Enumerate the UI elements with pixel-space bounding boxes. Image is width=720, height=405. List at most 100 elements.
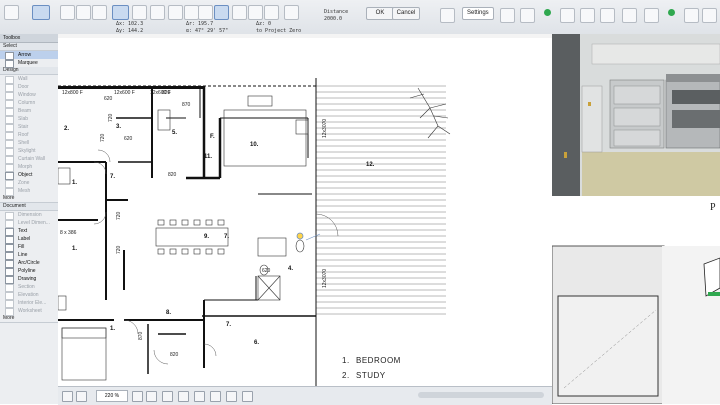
orient-icon[interactable]	[264, 5, 279, 20]
view-icon[interactable]	[440, 8, 455, 23]
tool-label: Roof	[18, 132, 29, 138]
legend-item: 2. STUDY	[342, 371, 386, 380]
tool-column[interactable]: Column	[0, 99, 58, 108]
polar-icon[interactable]	[248, 5, 263, 20]
refresh-icon[interactable]	[500, 8, 515, 23]
toolbox-more-design[interactable]: More	[0, 195, 58, 203]
model-view-icon[interactable]	[242, 391, 253, 402]
tool-stair[interactable]: Stair	[0, 123, 58, 132]
undo-icon[interactable]	[684, 8, 699, 23]
sun-icon[interactable]	[560, 8, 575, 23]
rotate-view-icon[interactable]	[178, 391, 189, 402]
tool-arc-circle[interactable]: Arc/Circle	[0, 259, 58, 268]
room-label: 3.	[116, 124, 121, 130]
tool-shell[interactable]: Shell	[0, 139, 58, 148]
grid-icon[interactable]	[150, 5, 165, 20]
navigator-icon[interactable]	[520, 8, 535, 23]
home-icon[interactable]	[644, 8, 659, 23]
tool-label[interactable]: Label	[0, 235, 58, 244]
tool-object[interactable]: Object	[0, 171, 58, 180]
dim-label: 12x3070	[322, 119, 328, 138]
tool-drawing[interactable]: Drawing	[0, 275, 58, 284]
status-green-icon[interactable]	[668, 9, 675, 16]
tool-label: Stair	[18, 124, 29, 130]
room-label: 7.	[110, 174, 115, 180]
distance-value[interactable]: 2000.0	[324, 16, 348, 23]
tool-mesh[interactable]: Mesh	[0, 187, 58, 196]
tool-interior-ele[interactable]: Interior Ele...	[0, 299, 58, 308]
horizontal-scrollbar[interactable]	[418, 392, 544, 398]
undo-view-icon[interactable]	[62, 391, 73, 402]
tool-roof[interactable]: Roof	[0, 131, 58, 140]
info-icon[interactable]	[622, 8, 637, 23]
tool-elevation[interactable]: Elevation	[0, 291, 58, 300]
distance-box[interactable]: Distance 2000.0	[324, 9, 348, 23]
magnet-icon[interactable]	[168, 5, 183, 20]
tool-door[interactable]: Door	[0, 83, 58, 92]
toolbox-section-document[interactable]: Document	[0, 203, 58, 211]
pen-set-icon[interactable]	[226, 391, 237, 402]
tool-slab[interactable]: Slab	[0, 115, 58, 124]
tool-window[interactable]: Window	[0, 91, 58, 100]
tool-marquee[interactable]: Marquee	[0, 59, 58, 68]
coord-dr: Δr: 195.7	[186, 21, 214, 27]
tool-morph[interactable]: Morph	[0, 163, 58, 172]
share-icon[interactable]	[580, 8, 595, 23]
toolbox-more-document[interactable]: More	[0, 315, 58, 323]
arrow-tool-icon[interactable]	[4, 5, 19, 20]
tool-label: Section	[18, 284, 35, 290]
snap-icon[interactable]	[112, 5, 129, 20]
tool-fill[interactable]: Fill	[0, 243, 58, 252]
selection-mode-icon[interactable]	[32, 5, 50, 20]
tool-worksheet[interactable]: Worksheet	[0, 307, 58, 316]
tool-arrow[interactable]: Arrow	[0, 51, 58, 60]
dim-label: 620	[104, 96, 113, 102]
cancel-button[interactable]: Cancel	[392, 7, 420, 20]
zoom-field[interactable]: 220 %	[96, 390, 128, 402]
redo-icon[interactable]	[702, 8, 717, 23]
fit-window-icon[interactable]	[162, 391, 173, 402]
toolbox-section-select[interactable]: Select	[0, 43, 58, 51]
tool-text[interactable]: Text	[0, 227, 58, 236]
tool-label: Wall	[18, 76, 28, 82]
scale-icon[interactable]	[210, 391, 221, 402]
toolbox-section-design[interactable]: Design	[0, 67, 58, 75]
rotate-icon[interactable]	[92, 5, 107, 20]
tool-section[interactable]: Section	[0, 283, 58, 292]
redo-view-icon[interactable]	[76, 391, 87, 402]
tool-label: Curtain Wall	[18, 156, 46, 162]
ok-button[interactable]: OK	[366, 7, 394, 20]
room-label: 11.	[204, 154, 212, 160]
check-icon[interactable]	[214, 5, 229, 20]
tool-label: Column	[18, 100, 36, 106]
zoom-out-icon[interactable]	[146, 391, 157, 402]
tool-dimension[interactable]: Dimension	[0, 211, 58, 220]
coord-box-mid: Δr: 195.7 α: 47° 29' 57"	[186, 21, 228, 35]
tool-zone[interactable]: Zone	[0, 179, 58, 188]
relative-icon[interactable]	[232, 5, 247, 20]
line-icon[interactable]	[76, 5, 91, 20]
teamwork-green-icon[interactable]	[544, 9, 551, 16]
trace-icon[interactable]	[184, 5, 199, 20]
tool-label: Arc/Circle	[18, 260, 40, 266]
zoom-in-icon[interactable]	[132, 391, 143, 402]
window-icon[interactable]	[600, 8, 615, 23]
tool-label: Dimension	[18, 212, 42, 218]
pen-icon[interactable]	[60, 5, 75, 20]
tool-level-dimen[interactable]: Level Dimen...	[0, 219, 58, 228]
constraint-icon[interactable]	[284, 5, 299, 20]
tool-label: Beam	[18, 108, 32, 114]
settings-dropdown[interactable]: Settings	[462, 7, 494, 20]
layer-icon[interactable]	[198, 5, 213, 20]
tool-curtain-wall[interactable]: Curtain Wall	[0, 155, 58, 164]
tool-label: Text	[18, 228, 28, 234]
dim-label: 870	[182, 102, 191, 108]
tool-polyline[interactable]: Polyline	[0, 267, 58, 276]
tool-wall[interactable]: Wall	[0, 75, 58, 84]
layer-combo-icon[interactable]	[194, 391, 205, 402]
floor-plan-canvas[interactable]: 12x800 F 12x600 F 12x600 F 870 720 620 8…	[58, 38, 552, 386]
tool-beam[interactable]: Beam	[0, 107, 58, 116]
tool-line[interactable]: Line	[0, 251, 58, 260]
guide-icon[interactable]	[132, 5, 147, 20]
tool-skylight[interactable]: Skylight	[0, 147, 58, 156]
